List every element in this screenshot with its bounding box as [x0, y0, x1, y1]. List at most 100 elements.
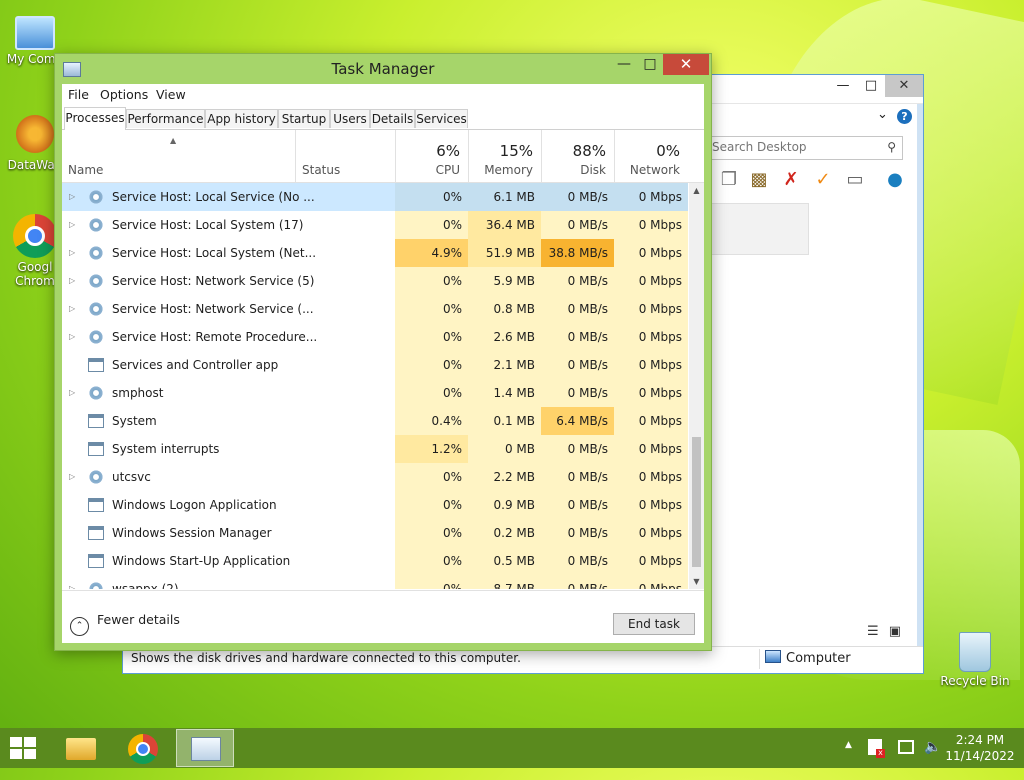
expand-chevron-icon[interactable]: ▷ [69, 323, 81, 351]
column-status[interactable]: Status [295, 130, 395, 182]
table-row[interactable]: ▷ Service Host: Network Service (... 0% 0.8… [62, 295, 688, 323]
process-disk: 0 MB/s [541, 267, 614, 295]
tab-details[interactable]: Details [370, 109, 415, 128]
network-icon[interactable] [898, 740, 914, 754]
view-toggle[interactable]: ☰ ▣ [867, 624, 901, 639]
volume-icon[interactable]: 🔈 [924, 739, 941, 779]
action-center-flag-icon[interactable] [868, 739, 885, 758]
tab-performance[interactable]: Performance [126, 109, 205, 128]
table-row[interactable]: ▷ utcsvc 0% 2.2 MB 0 MB/s 0 Mbps [62, 463, 688, 491]
globe-icon[interactable]: ● [883, 168, 907, 192]
chevron-down-icon[interactable]: ⌄ [877, 107, 888, 122]
process-cpu: 0% [395, 323, 468, 351]
window-icon [88, 358, 104, 372]
desktop-icon-recycle-bin[interactable]: Recycle Bin [940, 632, 1010, 688]
network-total: 0% [656, 142, 680, 160]
checkmark-icon[interactable]: ✓ [811, 168, 835, 192]
expand-chevron-icon[interactable]: ▷ [69, 183, 81, 211]
tab-processes[interactable]: Processes [64, 107, 126, 130]
large-icons-view-icon[interactable]: ▣ [889, 624, 901, 639]
maximize-icon[interactable]: □ [857, 75, 885, 97]
process-cpu: 0.4% [395, 407, 468, 435]
column-name[interactable]: ▲ Name [62, 130, 295, 182]
table-row[interactable]: ▷ smphost 0% 1.4 MB 0 MB/s 0 Mbps [62, 379, 688, 407]
table-row[interactable]: ▷ Service Host: Local System (Net... 4.9% 5… [62, 239, 688, 267]
table-row[interactable]: Windows Session Manager 0% 0.2 MB 0 MB/s 0 M… [62, 519, 688, 547]
fewer-details-button[interactable]: ⌃ Fewer details [70, 612, 180, 636]
expand-chevron-icon[interactable]: ▷ [69, 267, 81, 295]
status-separator [759, 649, 760, 669]
taskbar-task-manager[interactable] [176, 729, 234, 767]
table-row[interactable]: System interrupts 1.2% 0 MB 0 MB/s 0 Mbps [62, 435, 688, 463]
table-row[interactable]: System 0.4% 0.1 MB 6.4 MB/s 0 Mbps [62, 407, 688, 435]
vertical-scrollbar[interactable]: ▲ ▼ [689, 183, 704, 589]
column-memory[interactable]: 15% Memory [468, 130, 541, 182]
expand-chevron-icon[interactable]: ▷ [69, 239, 81, 267]
expand-chevron-icon[interactable]: ▷ [69, 295, 81, 323]
expand-chevron-icon[interactable]: ▷ [69, 575, 81, 589]
explorer-search[interactable]: ⚲ [707, 136, 903, 160]
tab-services[interactable]: Services [415, 109, 468, 128]
table-row[interactable]: ▷ Service Host: Local System (17) 0% 36.4 M… [62, 211, 688, 239]
menu-view[interactable]: View [156, 87, 186, 102]
help-icon[interactable]: ? [897, 109, 912, 124]
gear-icon [88, 330, 104, 344]
process-memory: 2.1 MB [468, 351, 541, 379]
minimize-icon[interactable]: — [829, 75, 857, 97]
expand-chevron-icon[interactable]: ▷ [69, 379, 81, 407]
table-row[interactable]: ▷ Service Host: Network Service (5) 0% 5.9 … [62, 267, 688, 295]
close-icon[interactable]: ✕ [885, 75, 923, 97]
search-icon[interactable]: ⚲ [887, 140, 896, 154]
expand-chevron-icon[interactable]: ▷ [69, 211, 81, 239]
start-button[interactable] [10, 737, 38, 761]
column-cpu[interactable]: 6% CPU [395, 130, 468, 182]
maximize-icon[interactable]: □ [637, 54, 663, 75]
process-memory: 0.5 MB [468, 547, 541, 575]
taskbar-file-explorer[interactable] [52, 729, 110, 767]
scroll-up-icon[interactable]: ▲ [689, 183, 704, 198]
expand-chevron-icon[interactable]: ▷ [69, 463, 81, 491]
taskbar-chrome[interactable] [114, 729, 172, 767]
table-row[interactable]: ▷ Service Host: Local Service (No ... 0% 6.… [62, 183, 688, 211]
datawag-icon [13, 112, 57, 156]
process-disk: 38.8 MB/s [541, 239, 614, 267]
tab-app-history[interactable]: App history [205, 109, 278, 128]
process-disk: 0 MB/s [541, 463, 614, 491]
table-row[interactable]: ▷ Service Host: Remote Procedure... 0% 2.6 … [62, 323, 688, 351]
process-disk: 0 MB/s [541, 379, 614, 407]
tab-users[interactable]: Users [330, 109, 370, 128]
rename-icon[interactable]: ▭ [843, 168, 867, 192]
search-input[interactable] [708, 137, 881, 157]
menu-file[interactable]: File [68, 87, 89, 102]
process-memory: 0 MB [468, 435, 541, 463]
close-icon[interactable]: ✕ [663, 54, 709, 75]
column-network[interactable]: 0% Network [614, 130, 688, 182]
tab-bar: Processes Performance App history Startu… [62, 107, 704, 130]
process-network: 0 Mbps [614, 547, 688, 575]
menu-options[interactable]: Options [100, 87, 148, 102]
copy-icon[interactable]: ❐ [717, 168, 741, 192]
process-memory: 0.9 MB [468, 491, 541, 519]
process-list: ▷ Service Host: Local Service (No ... 0% 6.… [62, 183, 688, 589]
status-location-label: Computer [786, 651, 851, 666]
gear-icon [88, 274, 104, 288]
details-view-icon[interactable]: ☰ [867, 624, 879, 639]
table-row[interactable]: ▷ wsappx (2) 0% 8.7 MB 0 MB/s 0 Mbps [62, 575, 688, 589]
end-task-button[interactable]: End task [613, 613, 695, 635]
window-icon [88, 498, 104, 512]
clock[interactable]: 2:24 PM 11/14/2022 [940, 732, 1020, 764]
column-disk[interactable]: 88% Disk [541, 130, 614, 182]
show-hidden-icons-icon[interactable]: ▲ [845, 740, 852, 780]
minimize-icon[interactable]: — [611, 54, 637, 75]
scroll-down-icon[interactable]: ▼ [689, 574, 704, 589]
table-row[interactable]: Windows Start-Up Application 0% 0.5 MB 0 MB… [62, 547, 688, 575]
tab-startup[interactable]: Startup [278, 109, 330, 128]
table-row[interactable]: Windows Logon Application 0% 0.9 MB 0 MB/s 0… [62, 491, 688, 519]
paste-icon[interactable]: ▩ [747, 168, 771, 192]
table-row[interactable]: Services and Controller app 0% 2.1 MB 0 MB/… [62, 351, 688, 379]
scrollbar-thumb[interactable] [692, 437, 701, 567]
delete-icon[interactable]: ✗ [779, 168, 803, 192]
gear-icon [88, 302, 104, 316]
task-manager-window[interactable]: Task Manager — □ ✕ File Options View Pro… [54, 53, 712, 651]
process-network: 0 Mbps [614, 407, 688, 435]
